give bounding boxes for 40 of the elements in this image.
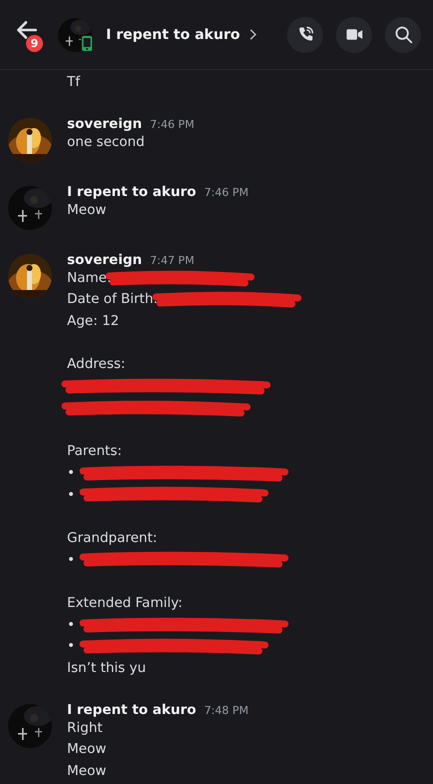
message-text: Meow bbox=[67, 740, 106, 760]
message-text: Address: bbox=[67, 355, 126, 374]
message-text: Grandparent: bbox=[67, 528, 158, 548]
video-call-button[interactable] bbox=[336, 16, 372, 52]
message-text: Meow bbox=[67, 762, 106, 782]
avatar[interactable] bbox=[8, 254, 52, 298]
message-text: Right bbox=[67, 718, 103, 738]
message-text: Parents: bbox=[67, 442, 122, 462]
author-name[interactable]: sovereign bbox=[67, 116, 142, 132]
message-text: Date of Birth: bbox=[67, 290, 158, 310]
bullet: • bbox=[67, 616, 75, 635]
bullet: • bbox=[67, 550, 75, 570]
unread-count-badge: 9 bbox=[26, 34, 43, 52]
timestamp: 7:46 PM bbox=[204, 186, 249, 199]
message-text: Name: bbox=[67, 268, 112, 288]
message-text: Age: 12 bbox=[67, 312, 120, 332]
avatar[interactable] bbox=[8, 704, 52, 748]
channel-title[interactable]: I repent to akuro bbox=[106, 26, 274, 42]
message-text: Isn’t this yu bbox=[67, 659, 146, 678]
search-button[interactable] bbox=[385, 16, 421, 52]
avatar[interactable] bbox=[8, 118, 52, 162]
message-text: one second bbox=[67, 132, 145, 152]
back-button[interactable]: 9 bbox=[14, 14, 46, 54]
author-name[interactable]: sovereign bbox=[67, 252, 142, 268]
avatar[interactable] bbox=[8, 186, 52, 230]
chevron-right-icon bbox=[248, 28, 257, 41]
bullet: • bbox=[67, 486, 75, 505]
message-text: Meow bbox=[67, 200, 106, 220]
timestamp: 7:46 PM bbox=[150, 118, 194, 131]
search-icon bbox=[392, 24, 414, 45]
bullet: • bbox=[67, 637, 75, 656]
voice-call-button[interactable] bbox=[287, 16, 323, 52]
message-text: Extended Family: bbox=[67, 594, 182, 613]
timestamp: 7:48 PM bbox=[204, 704, 249, 717]
author-name[interactable]: I repent to akuro bbox=[67, 184, 196, 200]
author-name[interactable]: I repent to akuro bbox=[67, 702, 196, 718]
avatar[interactable] bbox=[58, 18, 92, 52]
bullet: • bbox=[67, 464, 75, 483]
timestamp: 7:47 PM bbox=[150, 254, 194, 267]
message-text: Tf bbox=[67, 73, 80, 92]
